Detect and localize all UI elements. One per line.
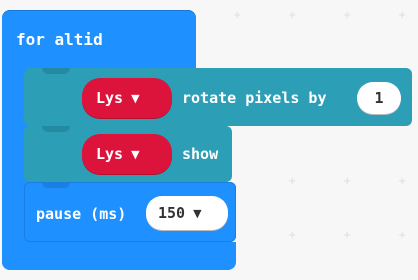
block-notch bbox=[42, 182, 70, 188]
grid-plus-icon: + bbox=[233, 10, 242, 21]
grid-plus-icon: + bbox=[288, 230, 297, 241]
pause-label: pause (ms) bbox=[36, 205, 127, 223]
show-label: show bbox=[182, 145, 219, 163]
caret-down-icon: ▼ bbox=[131, 147, 140, 161]
strip-dropdown[interactable]: Lys ▼ bbox=[82, 78, 172, 118]
grid-plus-icon: + bbox=[343, 230, 352, 241]
grid-plus-icon: + bbox=[343, 10, 352, 21]
block-notch bbox=[42, 126, 70, 132]
grid-plus-icon: + bbox=[398, 10, 407, 21]
forever-block-label: for altid bbox=[16, 30, 103, 49]
grid-plus-icon: + bbox=[343, 176, 352, 187]
grid-plus-icon: + bbox=[288, 176, 297, 187]
forever-block-footer bbox=[2, 242, 236, 270]
grid-plus-icon: + bbox=[398, 230, 407, 241]
strip-dropdown[interactable]: Lys ▼ bbox=[82, 134, 172, 174]
rotate-amount-input[interactable]: 1 bbox=[357, 82, 401, 114]
pause-duration-dropdown[interactable]: 150 ▼ bbox=[146, 196, 228, 230]
block-notch bbox=[42, 68, 70, 74]
strip-dropdown-label: Lys bbox=[96, 89, 124, 107]
grid-plus-icon: + bbox=[398, 176, 407, 187]
caret-down-icon: ▼ bbox=[131, 91, 140, 105]
rotate-pixels-label: rotate pixels by bbox=[182, 89, 327, 107]
grid-plus-icon: + bbox=[288, 10, 297, 21]
pause-duration-value: 150 bbox=[158, 204, 186, 222]
strip-dropdown-label: Lys bbox=[96, 145, 124, 163]
caret-down-icon: ▼ bbox=[193, 206, 202, 220]
